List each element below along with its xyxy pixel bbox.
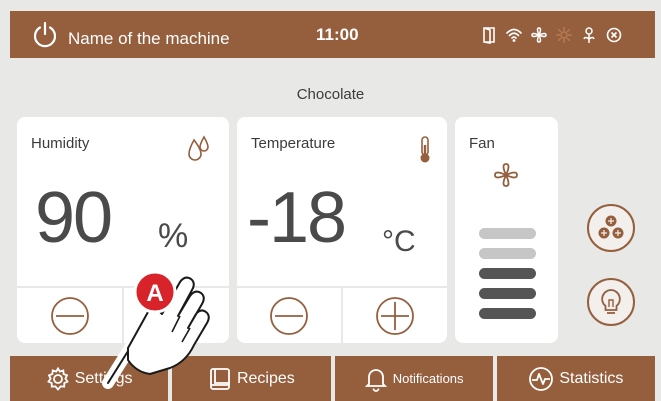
plus-circle-icon <box>376 296 414 335</box>
machine-name: Name of the machine <box>68 29 230 48</box>
notifications-button[interactable]: Notifications <box>334 356 493 401</box>
clock: 11:00 <box>316 25 359 44</box>
statistics-label: Statistics <box>559 369 624 387</box>
humidity-drops-icon <box>188 135 209 161</box>
bell-icon <box>364 368 387 392</box>
flower-icon <box>580 26 598 44</box>
marker-label: A <box>146 280 163 307</box>
fan-title: Fan <box>469 135 495 152</box>
fan-icon <box>530 26 548 44</box>
top-bar: Name of the machine 11:00 <box>10 11 655 58</box>
defrost-button[interactable] <box>587 204 635 252</box>
wifi-icon <box>505 26 523 44</box>
defrost-icon <box>555 26 573 44</box>
fan-level-bar[interactable] <box>479 248 536 259</box>
screen: Name of the machine 11:00 Chocolate Humi… <box>0 0 661 401</box>
temperature-card: Temperature -18 °C <box>237 117 447 343</box>
pulse-chart-icon <box>529 366 554 391</box>
temperature-controls <box>237 286 447 343</box>
fan-speed-levels[interactable] <box>479 228 536 328</box>
fan-level-bar[interactable] <box>479 308 536 319</box>
lightbulb-icon <box>601 289 621 314</box>
fan-level-bar[interactable] <box>479 288 536 299</box>
fan-level-bar[interactable] <box>479 228 536 239</box>
minus-circle-icon <box>50 296 89 335</box>
snowflakes-icon <box>598 215 624 239</box>
fan-icon <box>494 163 518 187</box>
gear-icon <box>46 366 69 391</box>
humidity-title: Humidity <box>31 135 90 152</box>
touch-hand-marker: A <box>102 270 210 389</box>
door-icon <box>480 26 498 44</box>
temperature-decrease-button[interactable] <box>237 288 341 343</box>
light-button[interactable] <box>587 278 635 326</box>
thermometer-icon <box>420 136 430 163</box>
temperature-value: -18 <box>247 178 347 258</box>
temperature-unit: °C <box>382 225 416 258</box>
power-icon[interactable] <box>31 21 59 49</box>
temperature-increase-button[interactable] <box>341 288 447 343</box>
recipes-label: Recipes <box>236 369 295 387</box>
fan-level-bar[interactable] <box>479 268 536 279</box>
notifications-label: Notifications <box>392 371 464 386</box>
alarm-icon <box>605 26 623 44</box>
status-icons <box>480 24 623 46</box>
program-name: Chocolate <box>296 86 365 103</box>
fan-card: Fan <box>455 117 558 343</box>
statistics-button[interactable]: Statistics <box>496 356 655 401</box>
temperature-title: Temperature <box>251 135 336 152</box>
minus-circle-icon <box>270 296 308 335</box>
